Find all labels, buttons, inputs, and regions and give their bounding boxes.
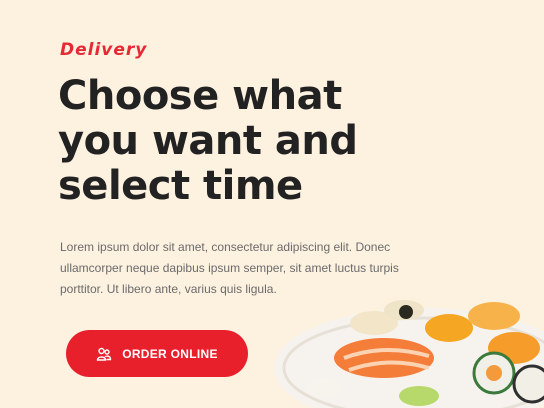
people-icon bbox=[96, 347, 112, 361]
page-title: Choose what you want and select time bbox=[58, 73, 358, 209]
order-online-label: ORDER ONLINE bbox=[122, 346, 218, 361]
order-online-button[interactable]: ORDER ONLINE bbox=[66, 330, 248, 377]
section-eyebrow: Delivery bbox=[60, 40, 148, 60]
sushi-plate-image bbox=[274, 300, 544, 408]
